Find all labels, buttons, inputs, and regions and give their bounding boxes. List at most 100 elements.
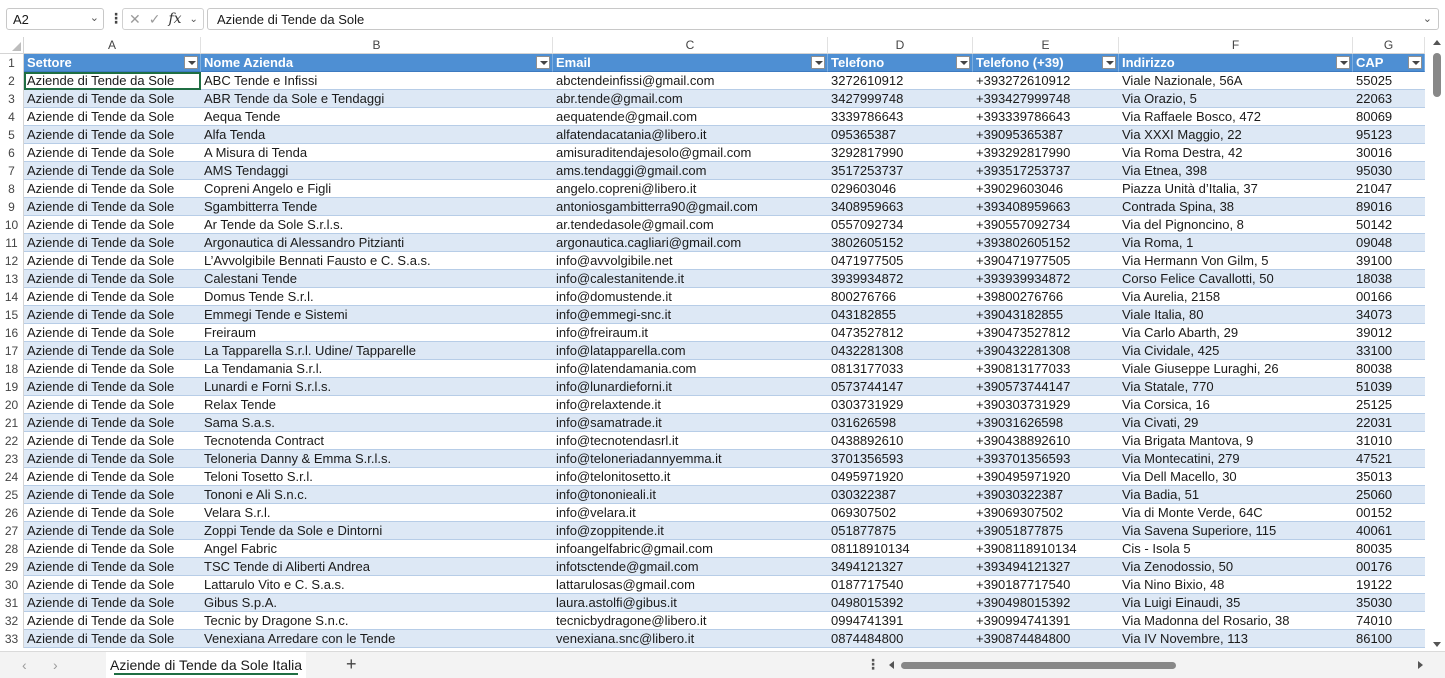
scroll-down-icon[interactable]: [1433, 642, 1441, 647]
table-cell[interactable]: 3494121327: [828, 558, 973, 576]
column-header-e[interactable]: E: [973, 37, 1119, 54]
filter-dropdown-icon[interactable]: [1336, 56, 1350, 69]
header-cell[interactable]: Indirizzo: [1119, 54, 1353, 72]
header-cell[interactable]: Telefono (+39): [973, 54, 1119, 72]
table-cell[interactable]: +390874484800: [973, 630, 1119, 648]
table-cell[interactable]: 55025: [1353, 72, 1425, 90]
table-cell[interactable]: Via Badia, 51: [1119, 486, 1353, 504]
table-cell[interactable]: +390471977505: [973, 252, 1119, 270]
row-number[interactable]: 4: [0, 108, 24, 126]
table-cell[interactable]: +390438892610: [973, 432, 1119, 450]
table-cell[interactable]: ar.tendedasole@gmail.com: [553, 216, 828, 234]
row-number[interactable]: 31: [0, 594, 24, 612]
table-cell[interactable]: Via di Monte Verde, 64C: [1119, 504, 1353, 522]
table-cell[interactable]: 39100: [1353, 252, 1425, 270]
table-cell[interactable]: Aziende di Tende da Sole: [24, 468, 201, 486]
table-cell[interactable]: +390557092734: [973, 216, 1119, 234]
table-cell[interactable]: Via Statale, 770: [1119, 378, 1353, 396]
row-number[interactable]: 12: [0, 252, 24, 270]
table-cell[interactable]: Aziende di Tende da Sole: [24, 450, 201, 468]
table-cell[interactable]: 89016: [1353, 198, 1425, 216]
table-cell[interactable]: 33100: [1353, 342, 1425, 360]
table-cell[interactable]: info@tecnotendasrl.it: [553, 432, 828, 450]
table-cell[interactable]: Aziende di Tende da Sole: [24, 504, 201, 522]
table-cell[interactable]: abr.tende@gmail.com: [553, 90, 828, 108]
table-cell[interactable]: Aziende di Tende da Sole: [24, 612, 201, 630]
table-cell[interactable]: Aziende di Tende da Sole: [24, 630, 201, 648]
table-cell[interactable]: Aequa Tende: [201, 108, 553, 126]
table-cell[interactable]: 0303731929: [828, 396, 973, 414]
more-vertical-icon[interactable]: ⋮: [866, 656, 880, 673]
row-number[interactable]: 17: [0, 342, 24, 360]
row-number[interactable]: 22: [0, 432, 24, 450]
header-cell[interactable]: Settore: [24, 54, 201, 72]
table-cell[interactable]: +39043182855: [973, 306, 1119, 324]
table-cell[interactable]: Via Nino Bixio, 48: [1119, 576, 1353, 594]
table-cell[interactable]: La Tapparella S.r.l. Udine/ Tapparelle: [201, 342, 553, 360]
row-number[interactable]: 26: [0, 504, 24, 522]
table-cell[interactable]: 21047: [1353, 180, 1425, 198]
table-cell[interactable]: Aziende di Tende da Sole: [24, 414, 201, 432]
table-cell[interactable]: 0573744147: [828, 378, 973, 396]
table-cell[interactable]: Via Corsica, 16: [1119, 396, 1353, 414]
add-sheet-icon[interactable]: +: [346, 654, 357, 675]
table-cell[interactable]: Via Dell Macello, 30: [1119, 468, 1353, 486]
table-cell[interactable]: +393292817990: [973, 144, 1119, 162]
table-cell[interactable]: info@telonitosetto.it: [553, 468, 828, 486]
table-cell[interactable]: angelo.copreni@libero.it: [553, 180, 828, 198]
table-cell[interactable]: 0994741391: [828, 612, 973, 630]
row-number[interactable]: 9: [0, 198, 24, 216]
table-cell[interactable]: Argonautica di Alessandro Pitzianti: [201, 234, 553, 252]
table-cell[interactable]: antoniosgambitterra90@gmail.com: [553, 198, 828, 216]
table-cell[interactable]: +3908118910134: [973, 540, 1119, 558]
table-cell[interactable]: Contrada Spina, 38: [1119, 198, 1353, 216]
table-cell[interactable]: 3701356593: [828, 450, 973, 468]
table-cell[interactable]: Via Orazio, 5: [1119, 90, 1353, 108]
table-cell[interactable]: Aziende di Tende da Sole: [24, 576, 201, 594]
column-header-c[interactable]: C: [553, 37, 828, 54]
table-cell[interactable]: Zoppi Tende da Sole e Dintorni: [201, 522, 553, 540]
row-number[interactable]: 33: [0, 630, 24, 648]
scroll-left-icon[interactable]: [889, 661, 894, 669]
table-cell[interactable]: 22063: [1353, 90, 1425, 108]
row-number[interactable]: 20: [0, 396, 24, 414]
table-cell[interactable]: Aziende di Tende da Sole: [24, 180, 201, 198]
table-cell[interactable]: Aziende di Tende da Sole: [24, 306, 201, 324]
table-cell[interactable]: 09048: [1353, 234, 1425, 252]
row-number[interactable]: 15: [0, 306, 24, 324]
table-cell[interactable]: 19122: [1353, 576, 1425, 594]
table-cell[interactable]: Aziende di Tende da Sole: [24, 522, 201, 540]
row-number[interactable]: 2: [0, 72, 24, 90]
table-cell[interactable]: +393939934872: [973, 270, 1119, 288]
table-cell[interactable]: Via Carlo Abarth, 29: [1119, 324, 1353, 342]
table-cell[interactable]: +393272610912: [973, 72, 1119, 90]
next-sheet-icon[interactable]: ›: [53, 657, 58, 673]
filter-dropdown-icon[interactable]: [811, 56, 825, 69]
table-cell[interactable]: Aziende di Tende da Sole: [24, 198, 201, 216]
table-cell[interactable]: 86100: [1353, 630, 1425, 648]
table-cell[interactable]: 95030: [1353, 162, 1425, 180]
table-cell[interactable]: Aziende di Tende da Sole: [24, 252, 201, 270]
table-cell[interactable]: argonautica.cagliari@gmail.com: [553, 234, 828, 252]
table-cell[interactable]: 50142: [1353, 216, 1425, 234]
table-cell[interactable]: 0813177033: [828, 360, 973, 378]
table-cell[interactable]: 80035: [1353, 540, 1425, 558]
table-cell[interactable]: Via Raffaele Bosco, 472: [1119, 108, 1353, 126]
table-cell[interactable]: 30016: [1353, 144, 1425, 162]
row-number[interactable]: 21: [0, 414, 24, 432]
table-cell[interactable]: +390473527812: [973, 324, 1119, 342]
table-cell[interactable]: Aziende di Tende da Sole: [24, 90, 201, 108]
column-header-d[interactable]: D: [828, 37, 973, 54]
spreadsheet-grid[interactable]: ABCDEFG 1 Settore Nome Azienda Email Telefon…: [0, 37, 1430, 651]
table-cell[interactable]: Aziende di Tende da Sole: [24, 270, 201, 288]
table-cell[interactable]: Aziende di Tende da Sole: [24, 558, 201, 576]
table-cell[interactable]: 0471977505: [828, 252, 973, 270]
table-cell[interactable]: Teloni Tosetto S.r.l.: [201, 468, 553, 486]
table-cell[interactable]: 3427999748: [828, 90, 973, 108]
table-cell[interactable]: Aziende di Tende da Sole: [24, 594, 201, 612]
row-number[interactable]: 10: [0, 216, 24, 234]
row-number[interactable]: 29: [0, 558, 24, 576]
table-cell[interactable]: 3339786643: [828, 108, 973, 126]
table-cell[interactable]: 51039: [1353, 378, 1425, 396]
table-cell[interactable]: 18038: [1353, 270, 1425, 288]
